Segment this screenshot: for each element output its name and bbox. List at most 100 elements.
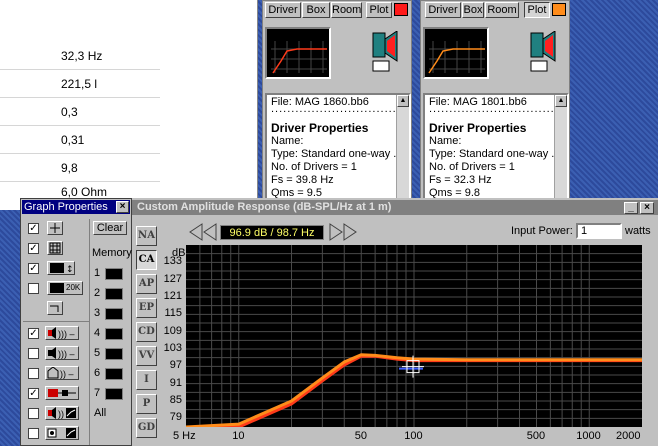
mini-plot-svg <box>271 41 327 74</box>
background-color-icon[interactable]: ↕ <box>47 261 75 275</box>
tab-plot[interactable]: Plot <box>366 2 392 18</box>
speaker-icon[interactable] <box>529 31 559 73</box>
clear-button[interactable]: Clear <box>93 221 127 235</box>
table-row: 32,3 Hz <box>0 42 160 70</box>
checkbox-spl[interactable]: ✓ <box>28 328 39 339</box>
tab-box[interactable]: Box <box>302 2 330 18</box>
minimize-icon[interactable]: _ <box>624 202 638 214</box>
mini-plot-svg <box>428 41 485 74</box>
dotted-divider: ................................. <box>271 103 405 115</box>
x-tick-label: 1000 <box>576 430 601 442</box>
side-button-p[interactable]: P <box>136 394 157 414</box>
side-button-gd[interactable]: GD <box>136 418 157 438</box>
input-power-field[interactable]: 1 <box>576 223 622 239</box>
room-icon[interactable]: )) – <box>45 366 79 380</box>
impedance-icon[interactable]: )) <box>45 406 79 420</box>
svg-text:↕: ↕ <box>66 265 74 274</box>
input-power-label: Input Power: <box>511 225 573 237</box>
checkbox-impedance[interactable] <box>28 408 39 419</box>
checkbox-room[interactable] <box>28 368 39 379</box>
checkbox-group-delay[interactable] <box>28 428 39 439</box>
table-cell: 0,31 <box>61 133 85 147</box>
tab-plot[interactable]: Plot <box>524 2 550 18</box>
speaker-spl-icon[interactable]: ))) – <box>45 326 79 340</box>
checkbox-phase[interactable] <box>28 348 39 359</box>
memory-slot-label: 3 <box>94 307 101 319</box>
memory-slot-button[interactable] <box>105 288 123 300</box>
info-line: Type: Standard one-way ... <box>271 148 403 160</box>
table-row: 221,5 l <box>0 70 160 98</box>
table-cell: 9,8 <box>61 161 78 175</box>
side-button-i[interactable]: I <box>136 370 157 390</box>
side-button-na[interactable]: NA <box>136 226 157 246</box>
side-button-cd[interactable]: CD <box>136 322 157 342</box>
x-tick-label: 2000 <box>616 430 641 442</box>
close-icon[interactable]: × <box>640 202 654 214</box>
crosshair-icon[interactable] <box>47 221 63 235</box>
side-button-ca[interactable]: CA <box>136 250 157 270</box>
table-cell: 0,3 <box>61 105 78 119</box>
memory-slot-button[interactable] <box>105 348 123 360</box>
tab-driver[interactable]: Driver <box>425 2 461 18</box>
speaker-icon[interactable] <box>371 31 401 73</box>
arrow-right-down-icon[interactable] <box>47 301 63 315</box>
side-button-ep[interactable]: EP <box>136 298 157 318</box>
memory-slot-button[interactable] <box>105 328 123 340</box>
response-plot[interactable] <box>185 245 642 429</box>
tab-room[interactable]: Room <box>331 2 362 18</box>
info-scrollbar[interactable]: ▲ <box>554 95 567 201</box>
driver-properties-heading: Driver Properties <box>429 121 527 135</box>
info-scrollbar[interactable]: ▲ <box>396 95 409 201</box>
mini-response-plot <box>423 27 489 79</box>
x-tick-label: 10 <box>232 430 245 442</box>
grid-icon[interactable] <box>47 241 63 255</box>
svg-text:))) –: ))) – <box>58 329 75 339</box>
scroll-up-icon[interactable]: ▲ <box>397 95 409 107</box>
speaker-phase-icon[interactable]: ))) – <box>45 346 79 360</box>
graph-properties-window: Graph Properties × ✓ ✓ ✓ ↕ 20K ✓ ))) – )… <box>20 198 132 446</box>
tab-box[interactable]: Box <box>462 2 484 18</box>
driver-info-box: File: MAG 1860.bb6 .....................… <box>265 93 411 203</box>
tab-room[interactable]: Room <box>485 2 519 18</box>
group-delay-icon[interactable] <box>45 426 79 440</box>
plot-color-swatch[interactable] <box>394 3 408 16</box>
side-button-vv[interactable]: VV <box>136 346 157 366</box>
driver-info-box: File: MAG 1801.bb6 .....................… <box>423 93 569 203</box>
y-tick-label: 133 <box>163 255 182 268</box>
memory-slot-button[interactable] <box>105 308 123 320</box>
y-tick-label: 97 <box>169 359 182 372</box>
checkbox-system[interactable]: ✓ <box>28 388 39 399</box>
range-20k-label: 20K <box>66 283 81 292</box>
next-cursor-icon[interactable] <box>328 223 360 241</box>
memory-slot-button[interactable] <box>105 388 123 400</box>
memory-all-label: All <box>94 407 107 419</box>
side-button-ap[interactable]: AP <box>136 274 157 294</box>
y-tick-label: 109 <box>163 324 182 337</box>
range-20k-icon[interactable]: 20K <box>47 281 83 295</box>
checkbox-grid[interactable]: ✓ <box>28 243 39 254</box>
y-tick-label: 121 <box>163 290 182 302</box>
divider <box>89 219 90 445</box>
checkbox-20k[interactable] <box>28 283 39 294</box>
close-icon[interactable]: × <box>116 201 129 213</box>
tab-driver[interactable]: Driver <box>265 2 301 18</box>
x-tick-label: 100 <box>404 430 423 442</box>
prev-cursor-icon[interactable] <box>188 223 220 241</box>
response-plot-svg <box>185 245 642 429</box>
system-icon[interactable] <box>45 386 79 400</box>
memory-slot-label: 2 <box>94 287 101 299</box>
parameter-table: 32,3 Hz 221,5 l 0,3 0,31 9,8 6,0 Ohm <box>0 0 258 210</box>
plot-color-swatch[interactable] <box>552 3 566 16</box>
memory-slot-button[interactable] <box>105 368 123 380</box>
info-line: Type: Standard one-way ... <box>429 148 561 160</box>
scroll-up-icon[interactable]: ▲ <box>555 95 567 107</box>
y-tick-label: 79 <box>169 411 182 424</box>
svg-text:)): )) <box>58 409 64 419</box>
memory-slot-button[interactable] <box>105 268 123 280</box>
checkbox-background[interactable]: ✓ <box>28 263 39 274</box>
y-tick-label: 103 <box>163 342 182 354</box>
checkbox-crosshair[interactable]: ✓ <box>28 223 39 234</box>
y-tick-label: 85 <box>169 394 182 406</box>
info-line: No. of Drivers = 1 <box>429 161 515 173</box>
driver-panel-1: Driver Box Room Plot File: MAG 1860.bb6 … <box>262 0 412 205</box>
